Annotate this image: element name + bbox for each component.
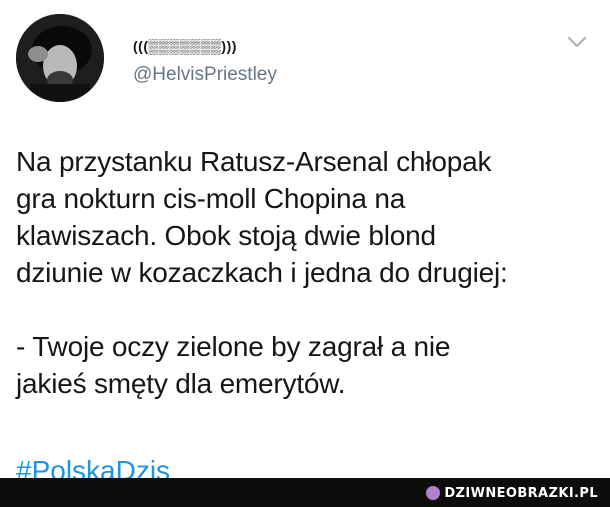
watermark-bar: DZIWNEOBRAZKI.PL — [0, 478, 610, 507]
tweet-text-line: gra nokturn cis-moll Chopina na — [16, 183, 406, 214]
tweet-text-line: jakieś smęty dla emerytów. — [16, 368, 346, 399]
watermark: DZIWNEOBRAZKI.PL — [426, 485, 598, 501]
tweet-card: (((▒▒▒▒▒▒▒))) @HelvisPriestley Na przyst… — [0, 0, 610, 478]
tweet-text-line: dziunie w kozaczkach i jedna do drugiej: — [16, 257, 508, 288]
tweet-text-line: Na przystanku Ratusz-Arsenal chłopak — [16, 146, 492, 177]
display-name[interactable]: (((▒▒▒▒▒▒▒))) — [133, 38, 237, 54]
avatar-photo — [16, 14, 104, 102]
avatar[interactable] — [16, 14, 104, 102]
tweet-text-line: klawiszach. Obok stoją dwie blond — [16, 220, 436, 251]
chevron-down-icon[interactable] — [566, 34, 588, 50]
user-handle[interactable]: @HelvisPriestley — [133, 64, 277, 86]
tweet-text-line: - Twoje oczy zielone by zagrał a nie — [16, 331, 451, 362]
watermark-text: DZIWNEOBRAZKI.PL — [444, 485, 598, 501]
hashtag-link[interactable]: #PolskaDzis — [16, 455, 170, 478]
tweet-text: Na przystanku Ratusz-Arsenal chłopak gra… — [16, 143, 601, 402]
watermark-logo-icon — [426, 486, 441, 500]
